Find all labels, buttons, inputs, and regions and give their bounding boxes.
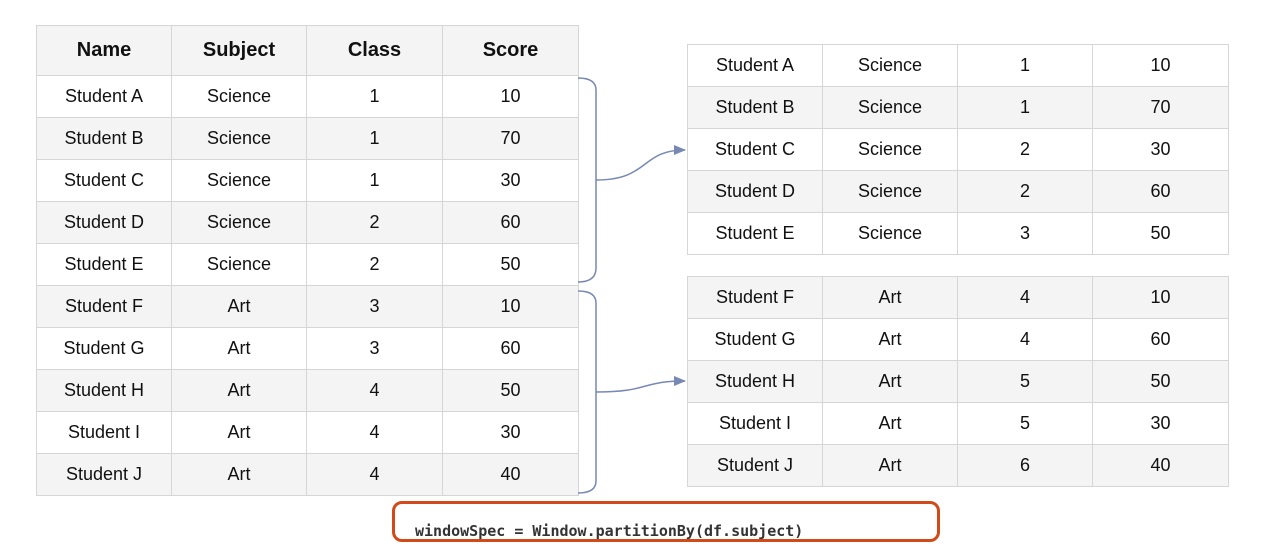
partition-connectors [577,77,686,494]
science-group-bracket [577,77,597,283]
science-arrow [595,145,686,181]
art-arrow [595,376,686,393]
art-group-bracket [577,290,597,494]
code-snippet: windowSpec = Window.partitionBy(df.subje… [392,501,940,542]
